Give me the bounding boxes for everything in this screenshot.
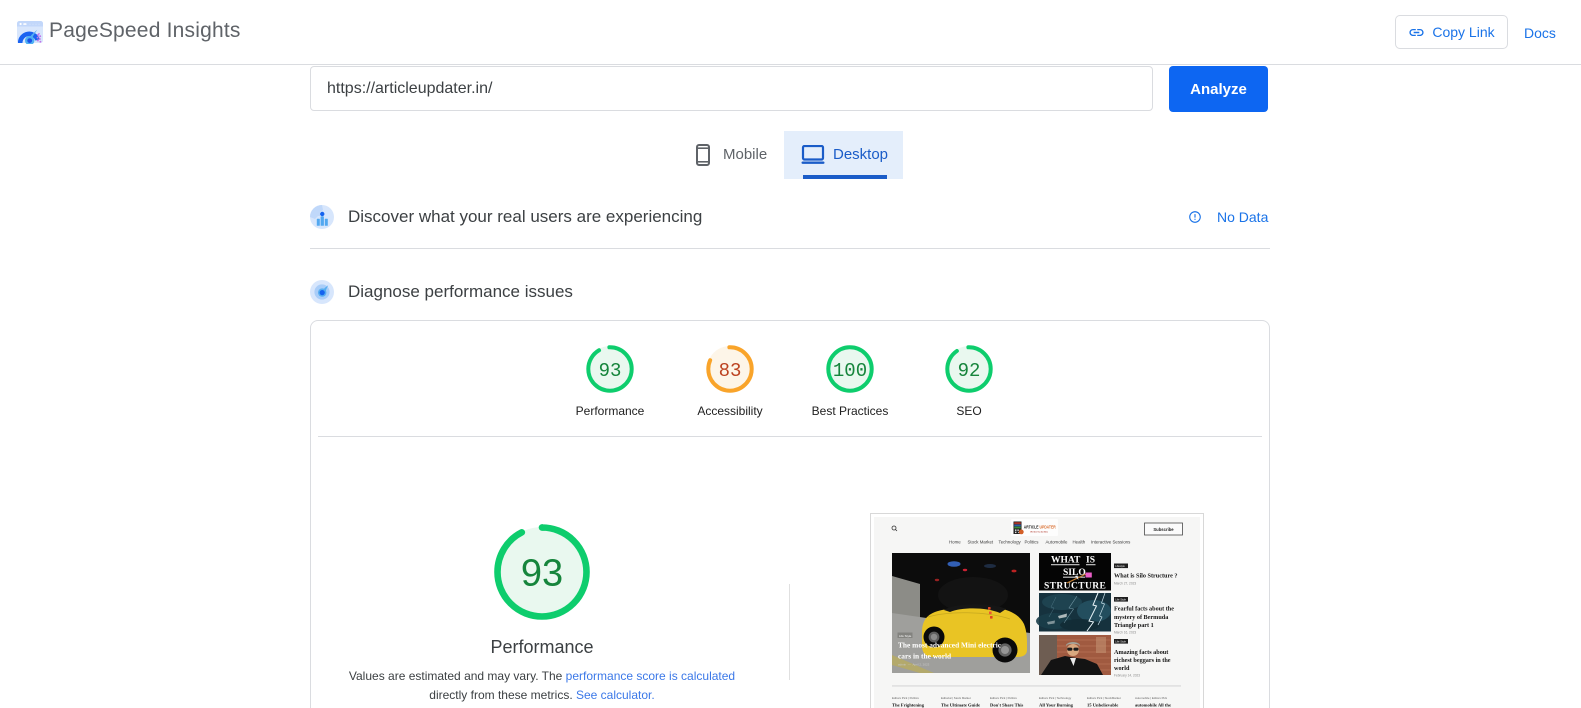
svg-text:Home: Home xyxy=(949,540,961,545)
svg-text:92: 92 xyxy=(958,360,981,382)
svg-text:We Give You Our Best: We Give You Our Best xyxy=(1030,530,1048,533)
svg-text:Interactive Sessions: Interactive Sessions xyxy=(1091,540,1131,545)
svg-text:richest beggars in the: richest beggars in the xyxy=(1114,657,1171,664)
svg-text:Editorial | Stock Market: Editorial | Stock Market xyxy=(941,696,971,700)
svg-text:cars in the world: cars in the world xyxy=(898,652,952,661)
svg-text:Automobile | Editors Pick: Automobile | Editors Pick xyxy=(1135,696,1168,700)
svg-text:Editors Pick | Politics: Editors Pick | Politics xyxy=(892,696,919,700)
svg-text:Amazing facts about: Amazing facts about xyxy=(1114,649,1169,656)
svg-text:Technology: Technology xyxy=(999,540,1022,545)
svg-text:SILO: SILO xyxy=(1063,568,1086,578)
svg-text:93: 93 xyxy=(521,553,563,595)
svg-text:Editors Pick | Technology: Editors Pick | Technology xyxy=(1039,696,1072,700)
svg-text:What is Silo Structure ?: What is Silo Structure ? xyxy=(1114,573,1177,580)
svg-text:IS: IS xyxy=(1086,556,1095,566)
svg-text:world: world xyxy=(1114,665,1130,672)
svg-text:93: 93 xyxy=(599,360,622,382)
svg-text:admin — April 2, 2023: admin — April 2, 2023 xyxy=(898,663,930,667)
svg-text:Life Style: Life Style xyxy=(899,634,912,638)
svg-text:Health: Health xyxy=(1073,540,1086,545)
svg-text:February 14, 2023: February 14, 2023 xyxy=(1114,674,1140,678)
svg-text:All Your Burning: All Your Burning xyxy=(1039,703,1074,708)
svg-text:March 27, 2023: March 27, 2023 xyxy=(1114,582,1136,586)
svg-text:Don't Share This: Don't Share This xyxy=(990,703,1023,708)
svg-text:The most advanced Mini electri: The most advanced Mini electric xyxy=(898,641,1002,650)
svg-text:Automobile: Automobile xyxy=(1046,540,1069,545)
svg-text:automobile All the: automobile All the xyxy=(1135,703,1171,708)
svg-text:100: 100 xyxy=(833,360,867,382)
svg-text:Politics: Politics xyxy=(1025,540,1040,545)
svg-text:The Frightening: The Frightening xyxy=(892,703,925,708)
svg-text:March 16, 2023: March 16, 2023 xyxy=(1114,631,1136,635)
svg-text:mystery of Bermuda: mystery of Bermuda xyxy=(1114,614,1168,621)
svg-text:15 Unbelievable: 15 Unbelievable xyxy=(1087,703,1118,708)
svg-text:Editors Pick | Politics: Editors Pick | Politics xyxy=(990,696,1017,700)
svg-text:The Ultimate Guide: The Ultimate Guide xyxy=(941,703,980,708)
svg-text:Subscribe: Subscribe xyxy=(1153,527,1174,532)
svg-text:WHAT: WHAT xyxy=(1051,556,1081,566)
svg-text:Lifestyle: Lifestyle xyxy=(1115,564,1125,568)
svg-text:Triangle part 1: Triangle part 1 xyxy=(1114,622,1154,629)
svg-text:STRUCTURE: STRUCTURE xyxy=(1044,582,1106,592)
svg-text:Life Style: Life Style xyxy=(1115,598,1126,602)
svg-text:ARTICLE: ARTICLE xyxy=(1024,524,1039,529)
svg-text:Fearful facts about the: Fearful facts about the xyxy=(1114,606,1174,613)
svg-text:Editors Pick | StockMarket: Editors Pick | StockMarket xyxy=(1087,696,1121,700)
svg-text:Life Style: Life Style xyxy=(1115,640,1126,644)
svg-text:83: 83 xyxy=(719,360,742,382)
svg-text:UPDATER: UPDATER xyxy=(1040,524,1057,529)
svg-text:Stock Market: Stock Market xyxy=(968,540,994,545)
